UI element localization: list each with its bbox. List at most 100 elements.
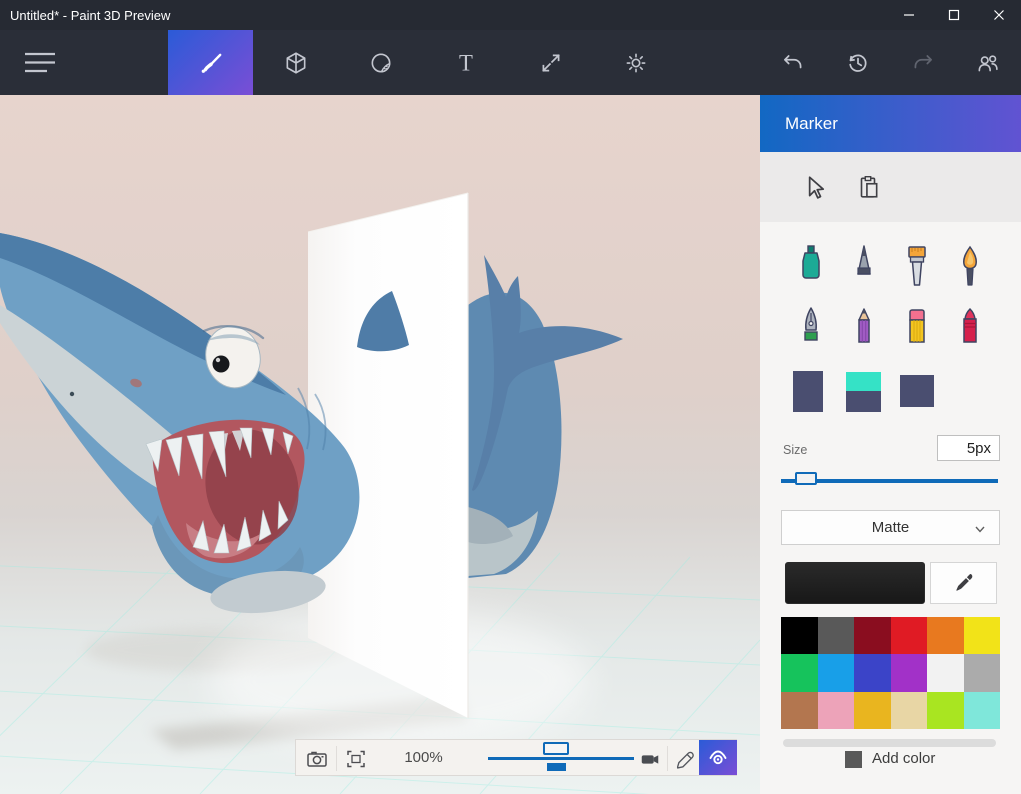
palette-swatch[interactable] bbox=[927, 617, 964, 654]
palette-swatch[interactable] bbox=[891, 617, 928, 654]
palette-swatch[interactable] bbox=[818, 654, 855, 691]
brush-tool-calligraphy-pen[interactable] bbox=[837, 235, 890, 297]
camera-icon bbox=[305, 747, 329, 771]
color-palette bbox=[781, 617, 1000, 729]
zoom-slider[interactable] bbox=[488, 757, 634, 760]
palette-scrollbar[interactable] bbox=[783, 739, 996, 747]
finish-dropdown[interactable]: Matte bbox=[781, 510, 1000, 545]
palette-swatch[interactable] bbox=[891, 692, 928, 729]
add-color-button[interactable]: Add color bbox=[760, 750, 1021, 772]
sticker-icon bbox=[368, 50, 394, 76]
palette-swatch[interactable] bbox=[854, 617, 891, 654]
calligraphy-pen-icon bbox=[850, 244, 878, 288]
current-color-swatch[interactable] bbox=[785, 562, 925, 604]
zoom-slider-thumb-fill bbox=[547, 763, 566, 771]
people-icon bbox=[974, 50, 1002, 76]
palette-swatch[interactable] bbox=[818, 617, 855, 654]
minimize-button[interactable] bbox=[886, 0, 931, 30]
remix-3d-button[interactable] bbox=[966, 30, 1010, 95]
show-3d-eye-icon bbox=[705, 746, 731, 770]
pixel-pen-icon bbox=[797, 306, 825, 350]
close-button[interactable] bbox=[976, 0, 1021, 30]
eyedropper-button[interactable] bbox=[930, 562, 997, 604]
mixed-reality-button[interactable] bbox=[637, 744, 663, 773]
oil-brush-icon bbox=[903, 244, 931, 288]
minimize-icon bbox=[903, 9, 915, 21]
pencil-draw-icon bbox=[674, 748, 696, 770]
screenshot-button[interactable] bbox=[302, 744, 332, 773]
watercolour-icon bbox=[956, 244, 984, 288]
brush-tool-oil-brush[interactable] bbox=[890, 235, 943, 297]
main-toolbar: T bbox=[0, 30, 1021, 95]
palette-swatch[interactable] bbox=[891, 654, 928, 691]
palette-swatch[interactable] bbox=[854, 654, 891, 691]
palette-swatch[interactable] bbox=[781, 692, 818, 729]
history-button[interactable] bbox=[836, 30, 880, 95]
mixed-reality-icon bbox=[639, 748, 661, 770]
scene-3d bbox=[0, 95, 760, 794]
brush-tool-loading-tile[interactable] bbox=[846, 372, 881, 412]
brush-tool-loading-tiles bbox=[793, 371, 973, 413]
brush-tool-watercolour[interactable] bbox=[943, 235, 996, 297]
loading-tile-accent bbox=[846, 372, 881, 391]
brush-tool-eraser[interactable] bbox=[890, 297, 943, 359]
panel-header: Marker bbox=[760, 95, 1021, 152]
paste-button[interactable] bbox=[854, 173, 882, 201]
tab-canvas[interactable] bbox=[508, 30, 593, 95]
select-cursor-icon bbox=[801, 174, 827, 200]
maximize-button[interactable] bbox=[931, 0, 976, 30]
crayon-icon bbox=[956, 306, 984, 350]
canvas-3d-viewport[interactable] bbox=[0, 95, 760, 794]
select-tool-button[interactable] bbox=[800, 173, 828, 201]
undo-button[interactable] bbox=[771, 30, 815, 95]
undo-icon bbox=[780, 50, 806, 76]
divider bbox=[336, 746, 337, 771]
brush-tool-pencil[interactable] bbox=[837, 297, 890, 359]
size-slider-thumb[interactable] bbox=[795, 472, 817, 485]
palette-swatch[interactable] bbox=[781, 617, 818, 654]
palette-swatch[interactable] bbox=[964, 617, 1001, 654]
add-color-swatch-icon bbox=[845, 751, 862, 768]
brush-tool-loading-tile[interactable] bbox=[900, 375, 934, 407]
palette-swatch[interactable] bbox=[964, 692, 1001, 729]
brush-tool-loading-tile[interactable] bbox=[793, 371, 823, 412]
draw-mode-button[interactable] bbox=[671, 744, 699, 773]
fit-to-view-button[interactable] bbox=[341, 744, 371, 773]
tab-text[interactable]: T bbox=[423, 30, 508, 95]
add-color-label: Add color bbox=[872, 750, 935, 767]
palette-swatch[interactable] bbox=[854, 692, 891, 729]
paste-clipboard-icon bbox=[855, 174, 881, 200]
shark-nostril bbox=[70, 392, 74, 396]
pencil-icon bbox=[850, 306, 878, 350]
tab-brushes[interactable] bbox=[168, 30, 253, 95]
palette-swatch[interactable] bbox=[964, 654, 1001, 691]
tab-3d-shapes[interactable] bbox=[253, 30, 338, 95]
palette-swatch[interactable] bbox=[781, 654, 818, 691]
brush-tool-pixel-pen[interactable] bbox=[784, 297, 837, 359]
show-3d-view-button[interactable] bbox=[699, 740, 737, 775]
palette-swatch[interactable] bbox=[927, 654, 964, 691]
close-icon bbox=[993, 9, 1005, 21]
brush-tool-crayon[interactable] bbox=[943, 297, 996, 359]
size-input[interactable] bbox=[937, 435, 1000, 461]
paint3d-window: Untitled* - Paint 3D Preview bbox=[0, 0, 1021, 794]
menu-button[interactable] bbox=[24, 30, 68, 95]
brush-tool-marker[interactable] bbox=[784, 235, 837, 297]
divider bbox=[667, 746, 668, 771]
palette-swatch[interactable] bbox=[818, 692, 855, 729]
history-icon bbox=[845, 50, 871, 76]
tab-stickers[interactable] bbox=[338, 30, 423, 95]
palette-swatch[interactable] bbox=[927, 692, 964, 729]
view-controls-bar: 100% bbox=[295, 739, 737, 776]
zoom-level: 100% bbox=[386, 740, 461, 775]
maximize-icon bbox=[948, 9, 960, 21]
zoom-slider-thumb[interactable] bbox=[543, 742, 569, 755]
panel-title: Marker bbox=[760, 114, 838, 134]
tab-effects[interactable] bbox=[593, 30, 678, 95]
panel-subtoolbar bbox=[760, 152, 1021, 222]
svg-text:T: T bbox=[459, 50, 473, 75]
redo-button[interactable] bbox=[901, 30, 945, 95]
brush-icon bbox=[198, 50, 224, 76]
titlebar: Untitled* - Paint 3D Preview bbox=[0, 0, 1021, 30]
side-panel: Marker bbox=[760, 95, 1021, 794]
